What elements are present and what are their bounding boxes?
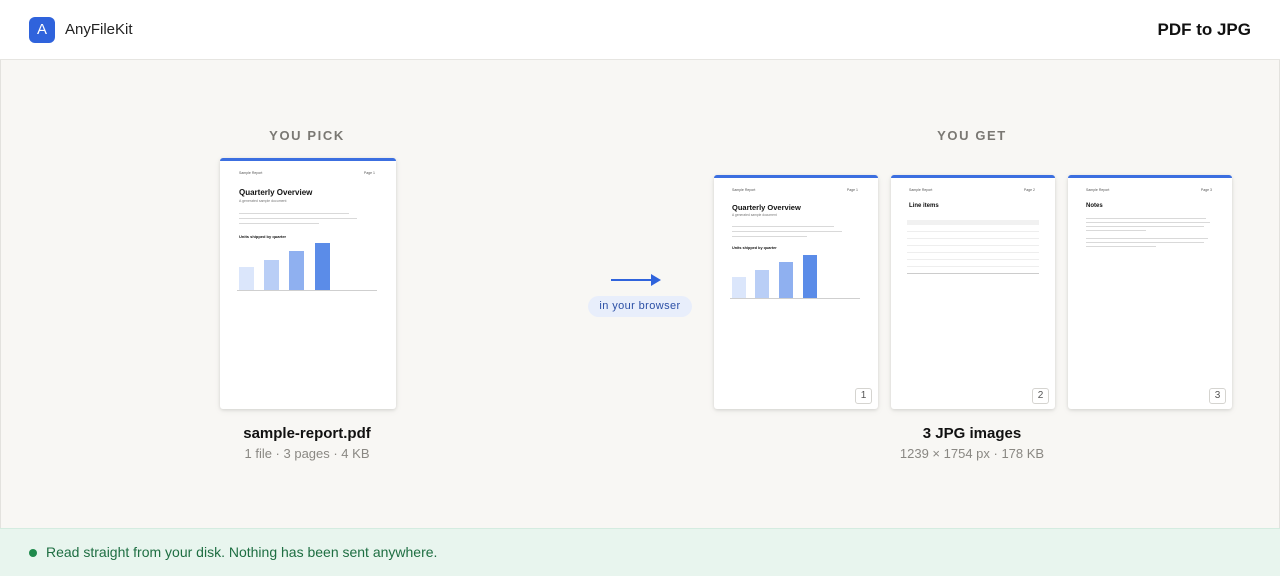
chart-bar (732, 277, 746, 298)
chart-axis (237, 290, 377, 291)
input-filename: sample-report.pdf (243, 425, 371, 442)
table-row (907, 266, 1039, 267)
page-header-right: Page 3 (1200, 188, 1212, 192)
status-dot-icon (29, 549, 37, 557)
chart-title: Units shipped by quarter (239, 234, 287, 239)
output-page-3[interactable]: Sample Report Page 3 Notes 3 (1068, 175, 1232, 409)
chart-bar (289, 251, 304, 290)
status-bar: Read straight from your disk. Nothing ha… (0, 528, 1280, 576)
text-line (1086, 242, 1204, 244)
chart-bar (239, 267, 254, 290)
text-line (239, 213, 349, 215)
text-line (239, 223, 319, 225)
page-header-left: Sample Report (239, 171, 263, 175)
page-title: Line items (909, 203, 939, 209)
table-row (907, 259, 1039, 260)
output-meta: 1239 × 1754 px · 178 KB (899, 446, 1045, 461)
chart-bar (803, 255, 817, 298)
chart-bar (779, 262, 793, 298)
input-meta: 1 file · 3 pages · 4 KB (244, 446, 370, 461)
chart-bar (264, 260, 279, 290)
chart-axis (730, 298, 860, 299)
output-page-1[interactable]: Sample Report Page 1 Quarterly Overview … (714, 175, 878, 409)
page-number-badge: 1 (855, 388, 872, 404)
app-logo[interactable]: A (29, 17, 55, 43)
app-header: A AnyFileKit PDF to JPG (0, 0, 1280, 60)
brand-name[interactable]: AnyFileKit (65, 21, 133, 38)
page-header-right: Page 2 (1023, 188, 1035, 192)
chart-bar (755, 270, 769, 298)
you-get-label: YOU GET (937, 128, 1007, 143)
input-page-preview[interactable]: Sample Report Page 1 Quarterly Overview … (220, 158, 396, 409)
table-row (907, 252, 1039, 253)
table-row (907, 245, 1039, 246)
text-line (1086, 222, 1210, 224)
output-page-2[interactable]: Sample Report Page 2 Line items 2 (891, 175, 1055, 409)
page-title: Quarterly Overview (239, 188, 313, 197)
text-line (239, 218, 357, 220)
text-line (732, 226, 834, 228)
tool-title: PDF to JPG (1157, 20, 1251, 39)
page-subtitle: A generated sample document (239, 199, 287, 203)
text-line (1086, 218, 1206, 220)
page-number-badge: 2 (1032, 388, 1049, 404)
page-title: Notes (1086, 203, 1103, 209)
table-header-row (907, 220, 1039, 225)
text-line (1086, 246, 1156, 248)
in-browser-pill: in your browser (588, 296, 692, 317)
page-header-left: Sample Report (909, 188, 933, 192)
chart-bar (315, 243, 330, 290)
text-line (1086, 226, 1204, 228)
chart-title: Units shipped by quarter (732, 246, 777, 250)
page-title: Quarterly Overview (732, 203, 801, 212)
text-line (732, 236, 807, 238)
status-text: Read straight from your disk. Nothing ha… (46, 544, 438, 560)
page-number-badge: 3 (1209, 388, 1226, 404)
page-header-right: Page 1 (363, 171, 375, 175)
text-line (1086, 238, 1208, 240)
page-header-left: Sample Report (1086, 188, 1110, 192)
text-line (1086, 230, 1146, 232)
output-title: 3 JPG images (922, 425, 1022, 442)
text-line (732, 231, 842, 233)
page-subtitle: A generated sample document (732, 213, 777, 217)
page-header-left: Sample Report (732, 188, 756, 192)
table-row (907, 238, 1039, 239)
you-pick-label: YOU PICK (269, 128, 345, 143)
arrow-head-icon (651, 274, 661, 286)
table-row (907, 231, 1039, 232)
page-header-right: Page 1 (846, 188, 858, 192)
table-total-row (907, 273, 1039, 274)
